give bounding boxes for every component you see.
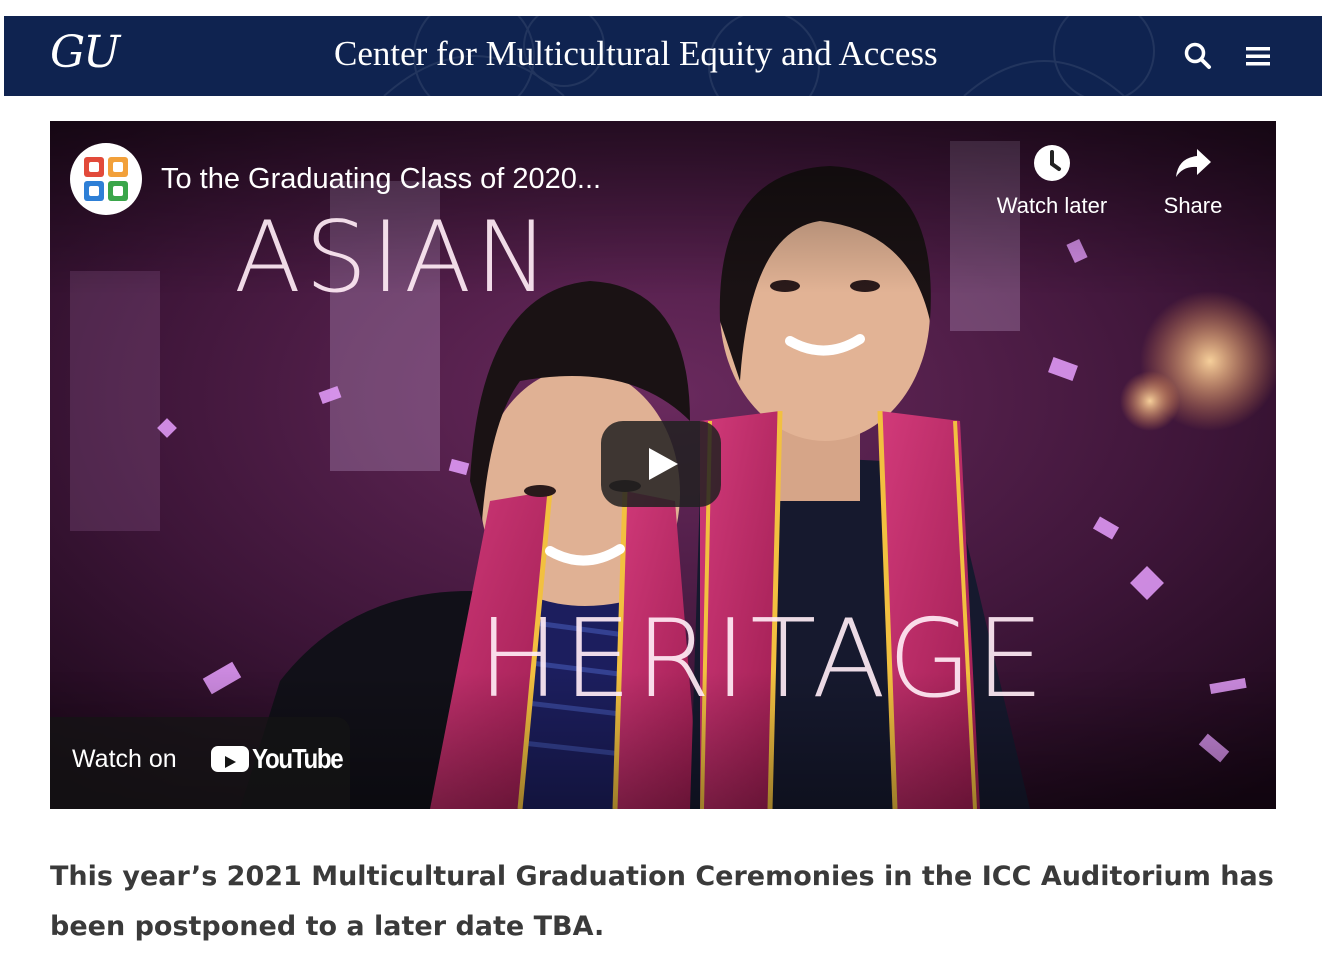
share-arrow-icon — [1176, 149, 1211, 177]
site-title[interactable]: Center for Multicultural Equity and Acce… — [334, 34, 938, 74]
watch-later-button[interactable]: Watch later — [982, 143, 1122, 219]
clock-icon — [1034, 145, 1070, 181]
overlay-word-asian: ASIAN — [234, 201, 553, 315]
share-button[interactable]: Share — [1123, 143, 1263, 219]
channel-logo-icon — [84, 157, 128, 201]
overlay-word-heritage: HERITAGE — [478, 597, 1048, 722]
site-header: GU Center for Multicultural Equity and A… — [4, 16, 1322, 96]
play-button[interactable] — [601, 421, 721, 507]
youtube-video-embed[interactable]: To the Graduating Class of 2020... Watch… — [50, 121, 1276, 809]
search-icon — [1184, 42, 1211, 69]
channel-avatar[interactable] — [70, 143, 142, 215]
video-title[interactable]: To the Graduating Class of 2020... — [161, 159, 601, 199]
share-label: Share — [1163, 193, 1223, 218]
menu-button[interactable] — [1242, 40, 1274, 72]
site-logo[interactable]: GU — [50, 28, 120, 78]
watch-later-label: Watch later — [996, 193, 1108, 218]
watch-on-youtube-link[interactable]: Watch on YouTube — [50, 717, 350, 809]
youtube-play-icon — [211, 746, 249, 772]
youtube-wordmark: YouTube — [252, 743, 344, 774]
watch-on-label: Watch on — [72, 745, 177, 773]
announcement-text: This year’s 2021 Multicultural Graduatio… — [50, 861, 1274, 942]
hamburger-menu-icon — [1246, 47, 1270, 66]
play-icon — [649, 448, 678, 480]
search-button[interactable] — [1182, 40, 1214, 72]
